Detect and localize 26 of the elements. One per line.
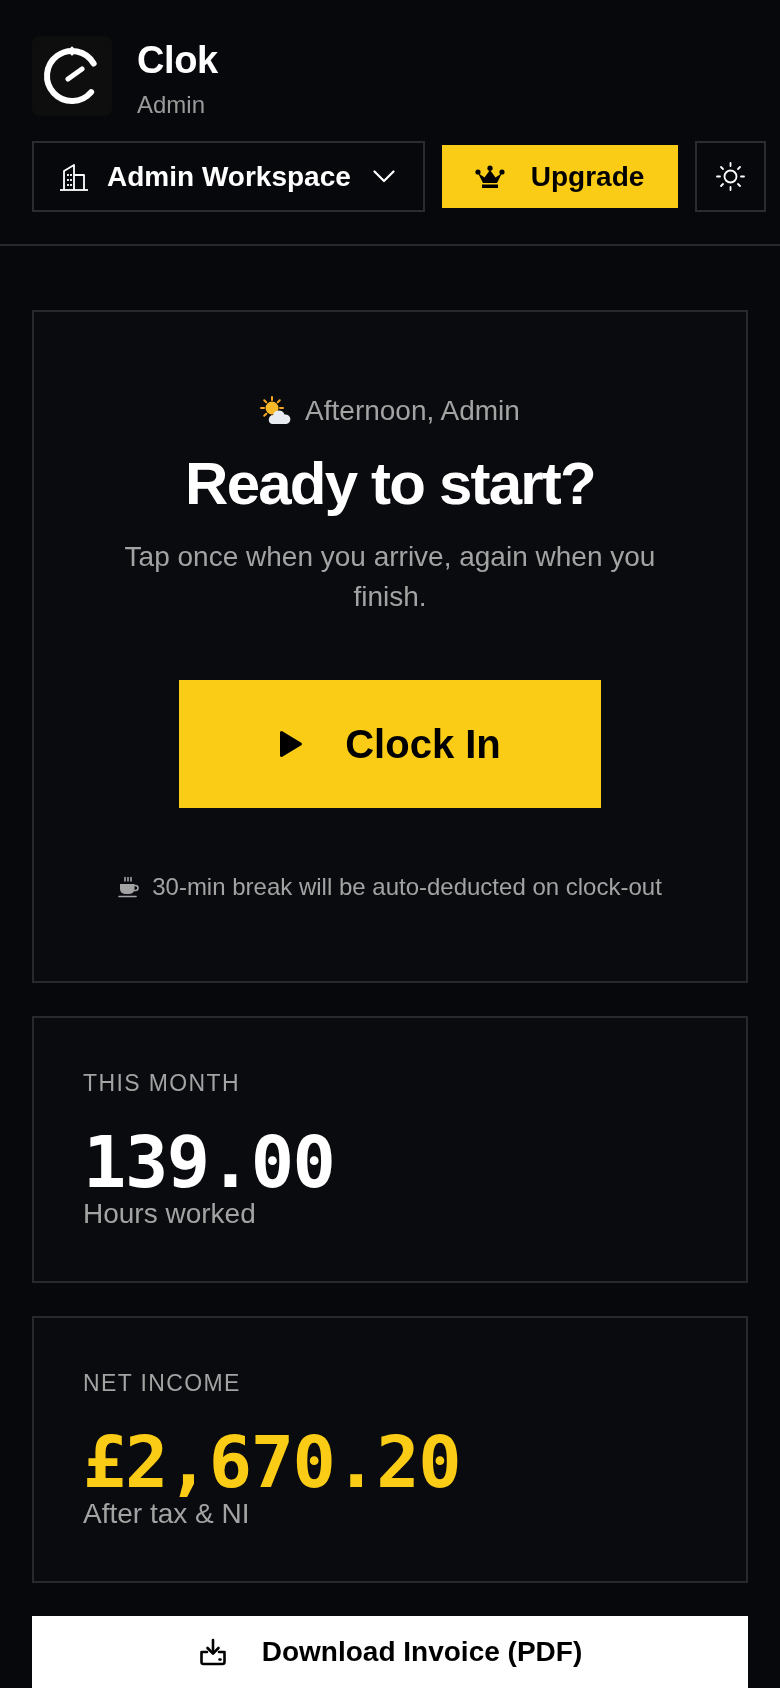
stat-value: 139.00 (83, 1127, 336, 1197)
building-icon (59, 162, 89, 191)
theme-toggle-button[interactable] (695, 141, 767, 212)
app-name: Clok (137, 38, 218, 82)
download-icon (197, 1638, 228, 1666)
workspace-dropdown[interactable]: Admin Workspace (32, 141, 425, 212)
stat-caption: Hours worked (83, 1197, 257, 1231)
upgrade-button[interactable]: Upgrade (441, 145, 679, 208)
heading: Ready to start? (185, 451, 595, 517)
chevron-down-icon (372, 170, 395, 183)
play-icon (279, 730, 304, 758)
crown-icon (474, 164, 505, 189)
stat-caption: After tax & NI (83, 1497, 251, 1531)
sun-icon (716, 162, 746, 191)
user-role: Admin (137, 90, 207, 120)
stat-label: NET INCOME (83, 1369, 242, 1397)
clock-logo-icon (32, 36, 112, 116)
subtitle-text: Tap once when you arrive, again when you finish. (123, 540, 657, 614)
sun-behind-cloud-icon (260, 396, 292, 426)
stat-label: THIS MONTH (83, 1069, 241, 1097)
coffee-cup-icon (118, 876, 141, 898)
clock-in-button[interactable]: Clock In (179, 680, 601, 808)
download-button[interactable]: Download Invoice (PDF) (32, 1616, 748, 1688)
greeting-text: Afternoon, Admin (305, 394, 520, 428)
stat-value: £2,670.20 (83, 1427, 462, 1497)
break-note: 30-min break will be auto-deducted on clock-out (152, 872, 662, 902)
